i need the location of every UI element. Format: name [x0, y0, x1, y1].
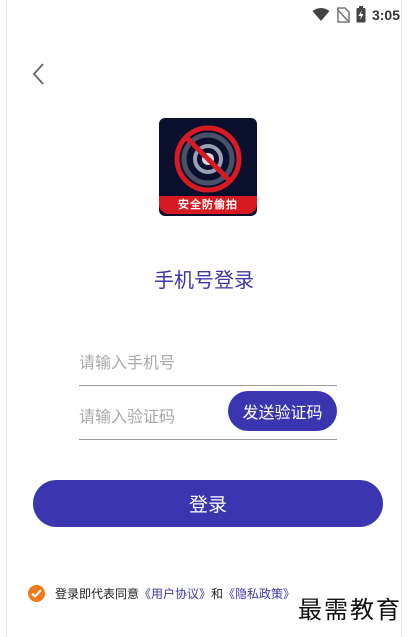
app-logo: 安全防偷拍 [159, 118, 257, 216]
user-agreement-link[interactable]: 《用户协议》 [139, 585, 211, 602]
agreement-prefix: 登录即代表同意 [55, 587, 140, 601]
verification-code-input[interactable] [79, 398, 219, 434]
agreement-checkbox[interactable] [28, 585, 45, 602]
status-bar: 3:05 [0, 0, 408, 32]
send-code-button[interactable]: 发送验证码 [228, 391, 337, 431]
agreement-row: 登录即代表同意 《用户协议》 和 《隐私政策》 [28, 585, 295, 602]
frame-right-border [401, 0, 402, 637]
checkmark-icon [31, 589, 42, 598]
code-field: 发送验证码 [79, 391, 337, 440]
frame-left-border [6, 0, 7, 637]
login-button[interactable]: 登录 [33, 480, 383, 527]
chevron-left-icon [32, 63, 44, 85]
watermark: 最需教育 [298, 596, 402, 624]
status-icons: 3:05 [312, 6, 400, 23]
page-title: 手机号登录 [154, 268, 254, 292]
wifi-icon [312, 7, 330, 21]
battery-charging-icon [356, 6, 366, 23]
status-time: 3:05 [371, 6, 400, 23]
logo-banner: 安全防偷拍 [159, 196, 257, 214]
phone-input[interactable] [79, 344, 319, 380]
back-button[interactable] [28, 60, 52, 88]
phone-field [79, 339, 337, 386]
privacy-policy-link[interactable]: 《隐私政策》 [223, 585, 295, 602]
agreement-conjunction: 和 [211, 587, 224, 601]
no-sim-icon [336, 6, 350, 23]
